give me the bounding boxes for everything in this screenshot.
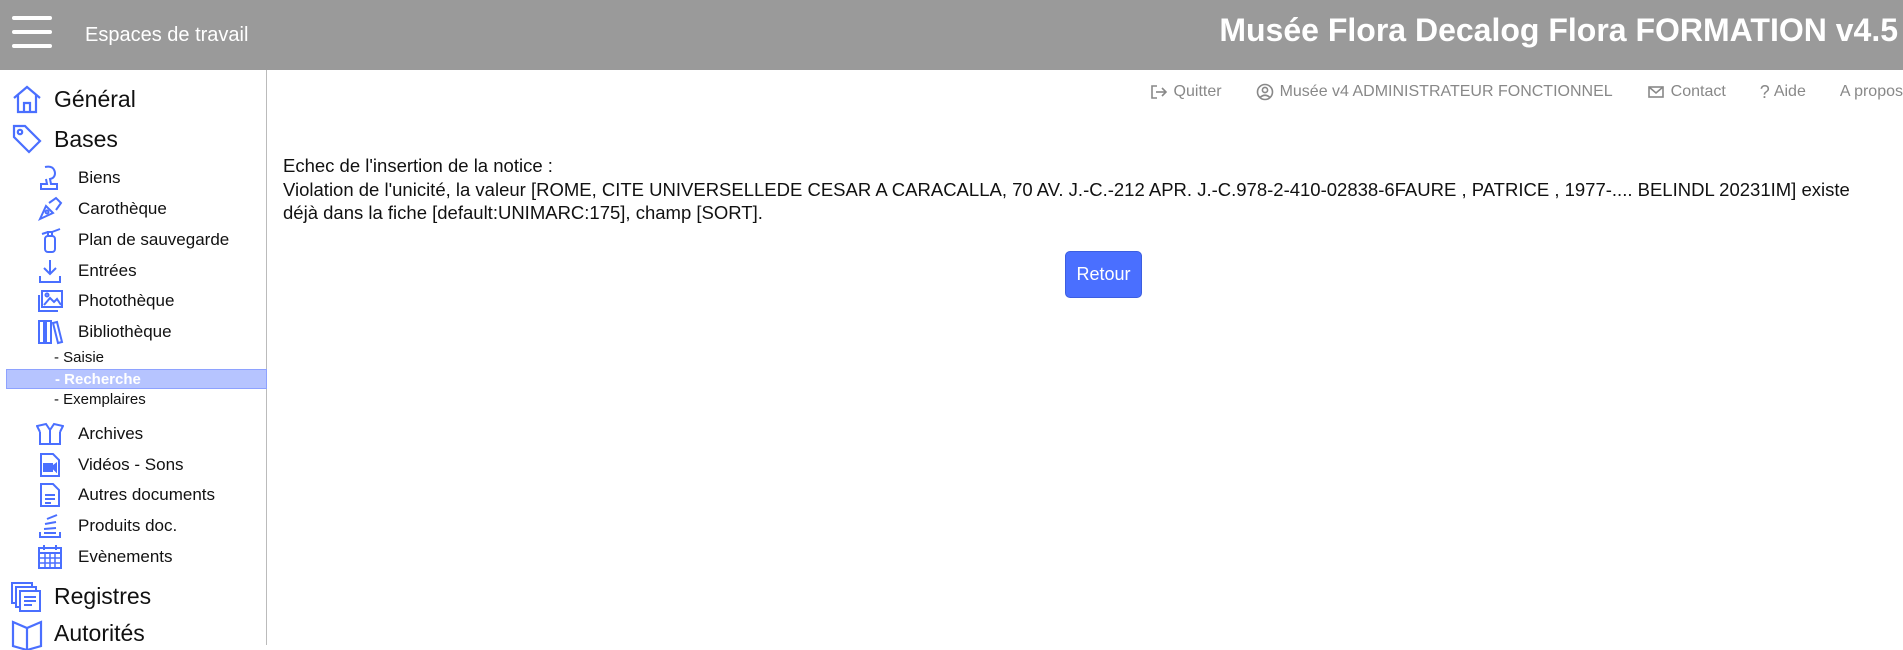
images-icon xyxy=(38,290,63,312)
sidebar-item-label: Photothèque xyxy=(78,291,175,310)
utility-bar: Quitter Musée v4 ADMINISTRATEUR FONCTION… xyxy=(1116,82,1903,102)
sidebar-item-label: Vidéos - Sons xyxy=(78,455,184,474)
registers-icon xyxy=(11,582,41,612)
user-circle-icon xyxy=(1256,83,1273,101)
contact-label: Contact xyxy=(1670,83,1726,100)
video-file-icon xyxy=(40,453,60,477)
sidebar-item-label: Biens xyxy=(78,168,121,187)
sidebar-item-entrees[interactable]: Entrées xyxy=(36,257,137,285)
sidebar-subitem-saisie[interactable]: - Saisie xyxy=(6,348,267,368)
about-label: A propos xyxy=(1839,83,1903,100)
error-title: Echec de l'insertion de la notice : xyxy=(283,155,553,176)
sidebar-item-videos-sons[interactable]: Vidéos - Sons xyxy=(36,451,184,479)
sidebar-item-label: Produits doc. xyxy=(78,516,178,535)
sidebar-item-label: Carothèque xyxy=(78,199,167,218)
sidebar-item-label: Archives xyxy=(78,424,144,443)
help-label: Aide xyxy=(1773,83,1806,100)
top-header: Espaces de travail Musée Flora Decalog F… xyxy=(0,0,1903,70)
sidebar: Général Bases Biens Carothèque Plan de s… xyxy=(0,70,267,650)
sidebar-subitem-exemplaires[interactable]: - Exemplaires xyxy=(6,390,267,410)
question-mark-icon: ? xyxy=(1759,81,1770,102)
sidebar-section-bases[interactable]: Bases xyxy=(10,122,118,156)
user-link[interactable]: Musée v4 ADMINISTRATEUR FONCTIONNEL xyxy=(1256,83,1613,101)
back-button[interactable]: Retour xyxy=(1065,251,1142,298)
quit-label: Quitter xyxy=(1173,83,1222,100)
sidebar-section-general[interactable]: Général xyxy=(10,82,136,116)
open-box-icon xyxy=(36,422,64,445)
sidebar-item-carotheque[interactable]: Carothèque xyxy=(36,195,167,223)
books-icon xyxy=(38,320,64,345)
sidebar-section-label: Bases xyxy=(54,125,118,152)
download-icon xyxy=(39,260,61,283)
bust-icon xyxy=(40,165,58,190)
stack-icon xyxy=(39,514,61,538)
sidebar-section-label: Autorités xyxy=(54,619,145,646)
document-icon xyxy=(40,483,60,507)
sidebar-item-label: Evènements xyxy=(78,547,173,566)
error-message: Echec de l'insertion de la notice : Viol… xyxy=(283,154,1883,225)
logout-icon xyxy=(1150,85,1167,99)
envelope-icon xyxy=(1647,86,1664,98)
tag-icon xyxy=(12,124,42,154)
sidebar-item-phototheque[interactable]: Photothèque xyxy=(36,287,174,315)
home-icon xyxy=(13,85,41,114)
calendar-icon xyxy=(38,545,62,569)
workspaces-link[interactable]: Espaces de travail xyxy=(85,24,248,47)
sidebar-item-plan-sauvegarde[interactable]: Plan de sauvegarde xyxy=(36,226,229,254)
contact-link[interactable]: Contact xyxy=(1647,83,1726,101)
sidebar-item-evenements[interactable]: Evènements xyxy=(36,543,173,571)
sidebar-subitem-recherche[interactable]: - Recherche xyxy=(6,369,267,389)
sidebar-section-label: Général xyxy=(54,85,136,112)
pen-nib-icon xyxy=(37,196,63,222)
sidebar-section-registres[interactable]: Registres xyxy=(10,579,151,613)
sidebar-section-label: Registres xyxy=(54,582,152,609)
sidebar-item-bibliotheque[interactable]: Bibliothèque xyxy=(36,318,172,346)
about-link[interactable]: A propos xyxy=(1840,83,1903,101)
sidebar-item-archives[interactable]: Archives xyxy=(36,420,143,448)
sidebar-item-label: Entrées xyxy=(78,261,137,280)
quit-link[interactable]: Quitter xyxy=(1150,83,1222,101)
sidebar-item-label: Plan de sauvegarde xyxy=(78,230,230,249)
app-title: Musée Flora Decalog Flora FORMATION v4.5 xyxy=(1219,12,1898,48)
sidebar-item-produits-doc[interactable]: Produits doc. xyxy=(36,512,177,540)
sidebar-item-autres-documents[interactable]: Autres documents xyxy=(36,481,215,509)
user-label: Musée v4 ADMINISTRATEUR FONCTIONNEL xyxy=(1279,83,1613,100)
sidebar-item-biens[interactable]: Biens xyxy=(36,164,121,192)
hamburger-menu-icon[interactable] xyxy=(12,16,52,48)
error-detail: Violation de l'unicité, la valeur [ROME,… xyxy=(283,178,1850,224)
fire-extinguisher-icon xyxy=(41,228,61,253)
help-link[interactable]: ? Aide xyxy=(1760,82,1806,103)
sidebar-item-label: Autres documents xyxy=(78,485,216,504)
sidebar-item-label: Bibliothèque xyxy=(78,322,172,341)
